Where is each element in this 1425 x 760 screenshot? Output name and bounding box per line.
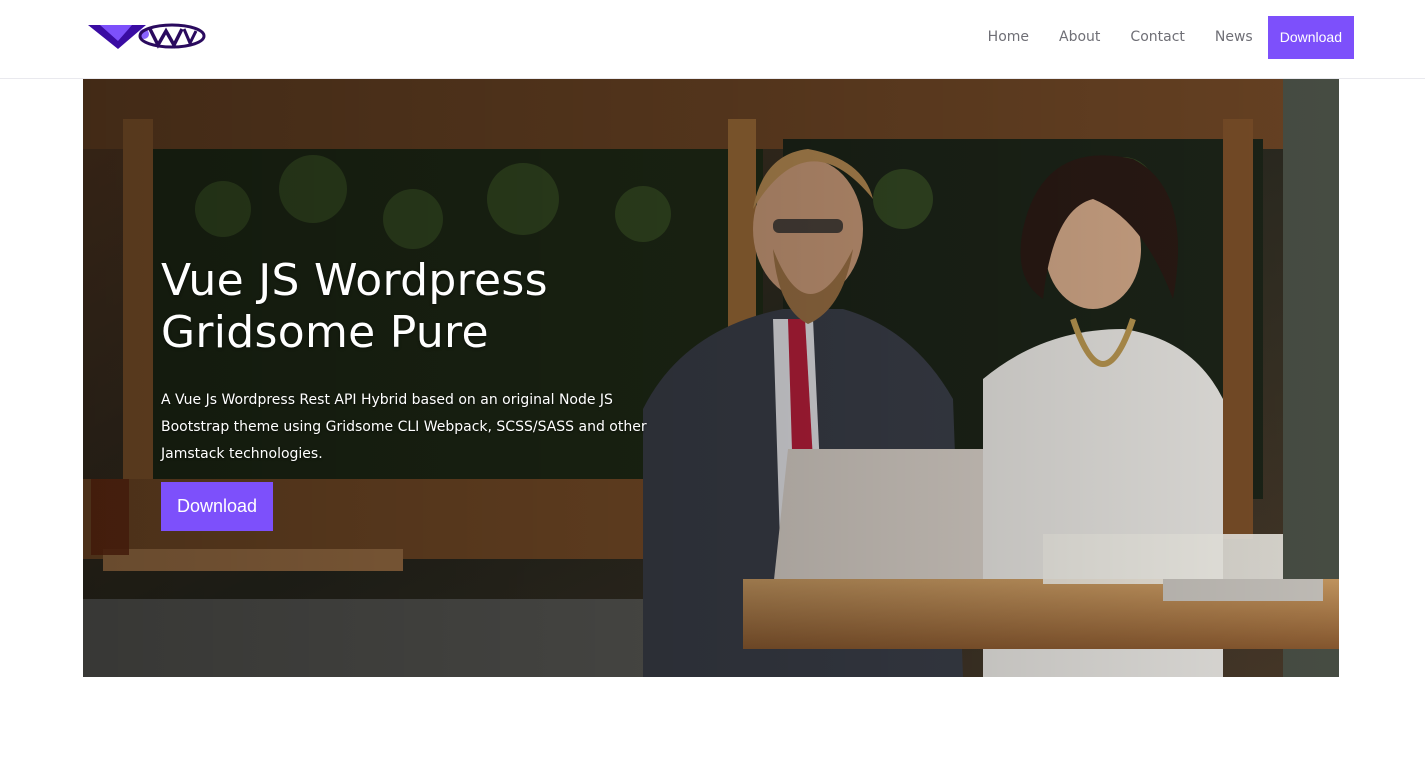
vw-logo-icon[interactable] <box>86 19 208 51</box>
main-nav: Home About Contact News Download <box>973 16 1354 59</box>
nav-home-link[interactable]: Home <box>973 16 1044 59</box>
hero-content: Vue JS Wordpress Gridsome Pure A Vue Js … <box>161 255 721 531</box>
hero-banner: Vue JS Wordpress Gridsome Pure A Vue Js … <box>83 79 1339 677</box>
hero-title-line1: Vue JS Wordpress <box>161 255 548 306</box>
hero-title: Vue JS Wordpress Gridsome Pure <box>161 255 721 359</box>
hero-download-button[interactable]: Download <box>161 482 274 531</box>
nav-about-link[interactable]: About <box>1044 16 1115 59</box>
nav-contact-link[interactable]: Contact <box>1115 16 1199 59</box>
nav-download-button[interactable]: Download <box>1267 16 1354 59</box>
site-header: Home About Contact News Download <box>0 0 1425 79</box>
nav-news-link[interactable]: News <box>1200 16 1268 59</box>
hero-title-line2: Gridsome Pure <box>161 307 489 358</box>
hero-description: A Vue Js Wordpress Rest API Hybrid based… <box>161 392 647 462</box>
